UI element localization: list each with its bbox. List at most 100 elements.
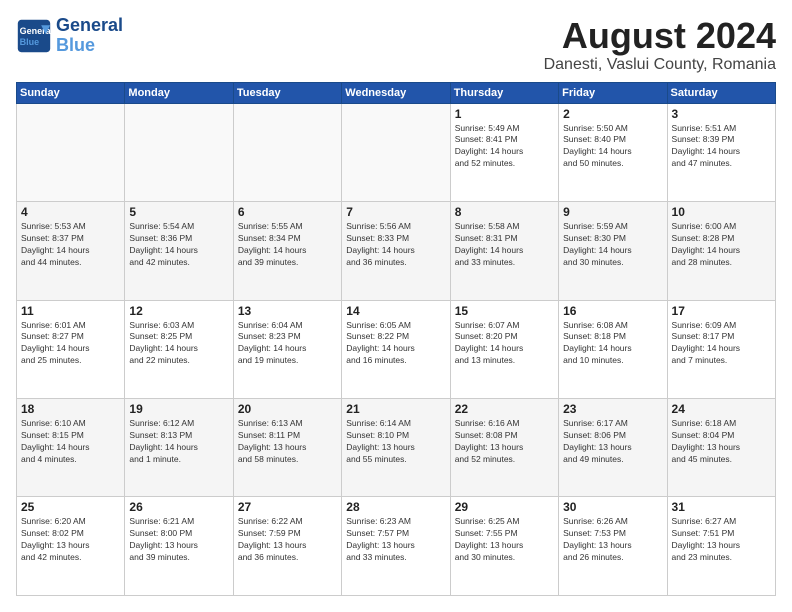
cell-4-2: 27Sunrise: 6:22 AM Sunset: 7:59 PM Dayli…: [233, 497, 341, 596]
day-info-17: Sunrise: 6:09 AM Sunset: 8:17 PM Dayligh…: [672, 320, 771, 368]
day-num-6: 6: [238, 205, 337, 219]
day-num-3: 3: [672, 107, 771, 121]
day-num-1: 1: [455, 107, 554, 121]
day-info-9: Sunrise: 5:59 AM Sunset: 8:30 PM Dayligh…: [563, 221, 662, 269]
day-info-4: Sunrise: 5:53 AM Sunset: 8:37 PM Dayligh…: [21, 221, 120, 269]
th-wednesday: Wednesday: [342, 82, 450, 103]
cell-1-5: 9 Sunrise: 5:59 AM Sunset: 8:30 PM Daylig…: [559, 202, 667, 300]
cell-0-2: [233, 103, 341, 201]
cell-4-1: 26Sunrise: 6:21 AM Sunset: 8:00 PM Dayli…: [125, 497, 233, 596]
cell-1-1: 5Sunrise: 5:54 AM Sunset: 8:36 PM Daylig…: [125, 202, 233, 300]
day-num-25: 25: [21, 500, 120, 514]
cell-0-1: [125, 103, 233, 201]
day-num-17: 17: [672, 304, 771, 318]
day-info-31: Sunrise: 6:27 AM Sunset: 7:51 PM Dayligh…: [672, 516, 771, 564]
day-num-22: 22: [455, 402, 554, 416]
day-num-14: 14: [346, 304, 445, 318]
cell-2-1: 12Sunrise: 6:03 AM Sunset: 8:25 PM Dayli…: [125, 300, 233, 398]
week-row-4: 25Sunrise: 6:20 AM Sunset: 8:02 PM Dayli…: [17, 497, 776, 596]
day-info-1: Sunrise: 5:49 AM Sunset: 8:41 PM Dayligh…: [455, 123, 554, 171]
cell-0-0: [17, 103, 125, 201]
day-num-19: 19: [129, 402, 228, 416]
day-info-28: Sunrise: 6:23 AM Sunset: 7:57 PM Dayligh…: [346, 516, 445, 564]
cell-4-3: 28Sunrise: 6:23 AM Sunset: 7:57 PM Dayli…: [342, 497, 450, 596]
day-info-11: Sunrise: 6:01 AM Sunset: 8:27 PM Dayligh…: [21, 320, 120, 368]
day-num-24: 24: [672, 402, 771, 416]
logo: General Blue General Blue: [16, 16, 123, 56]
cell-2-3: 14 Sunrise: 6:05 AM Sunset: 8:22 PM Dayli…: [342, 300, 450, 398]
location-subtitle: Danesti, Vaslui County, Romania: [544, 56, 776, 74]
day-info-21: Sunrise: 6:14 AM Sunset: 8:10 PM Dayligh…: [346, 418, 445, 466]
month-title: August 2024: [544, 16, 776, 56]
day-num-13: 13: [238, 304, 337, 318]
logo-text-general: General: [56, 16, 123, 36]
cell-3-0: 18 Sunrise: 6:10 AM Sunset: 8:15 PM Dayli…: [17, 399, 125, 497]
day-num-29: 29: [455, 500, 554, 514]
logo-icon: General Blue: [16, 18, 52, 54]
day-info-10: Sunrise: 6:00 AM Sunset: 8:28 PM Dayligh…: [672, 221, 771, 269]
cell-4-5: 30 Sunrise: 6:26 AM Sunset: 7:53 PM Dayli…: [559, 497, 667, 596]
calendar-header-row: Sunday Monday Tuesday Wednesday Thursday…: [17, 82, 776, 103]
day-num-9: 9: [563, 205, 662, 219]
day-info-14: Sunrise: 6:05 AM Sunset: 8:22 PM Dayligh…: [346, 320, 445, 368]
cell-4-4: 29 Sunrise: 6:25 AM Sunset: 7:55 PM Dayli…: [450, 497, 558, 596]
day-num-4: 4: [21, 205, 120, 219]
day-num-8: 8: [455, 205, 554, 219]
week-row-2: 11 Sunrise: 6:01 AM Sunset: 8:27 PM Dayli…: [17, 300, 776, 398]
day-num-21: 21: [346, 402, 445, 416]
cell-0-3: [342, 103, 450, 201]
cell-0-5: 2Sunrise: 5:50 AM Sunset: 8:40 PM Daylig…: [559, 103, 667, 201]
week-row-1: 4 Sunrise: 5:53 AM Sunset: 8:37 PM Daylig…: [17, 202, 776, 300]
day-info-13: Sunrise: 6:04 AM Sunset: 8:23 PM Dayligh…: [238, 320, 337, 368]
day-num-7: 7: [346, 205, 445, 219]
title-block: August 2024 Danesti, Vaslui County, Roma…: [544, 16, 776, 74]
cell-3-4: 22Sunrise: 6:16 AM Sunset: 8:08 PM Dayli…: [450, 399, 558, 497]
day-num-11: 11: [21, 304, 120, 318]
calendar-table: Sunday Monday Tuesday Wednesday Thursday…: [16, 82, 776, 596]
day-info-3: Sunrise: 5:51 AM Sunset: 8:39 PM Dayligh…: [672, 123, 771, 171]
cell-0-4: 1 Sunrise: 5:49 AM Sunset: 8:41 PM Daylig…: [450, 103, 558, 201]
day-info-6: Sunrise: 5:55 AM Sunset: 8:34 PM Dayligh…: [238, 221, 337, 269]
th-saturday: Saturday: [667, 82, 775, 103]
cell-2-0: 11 Sunrise: 6:01 AM Sunset: 8:27 PM Dayli…: [17, 300, 125, 398]
cell-2-4: 15 Sunrise: 6:07 AM Sunset: 8:20 PM Dayli…: [450, 300, 558, 398]
th-tuesday: Tuesday: [233, 82, 341, 103]
cell-0-6: 3 Sunrise: 5:51 AM Sunset: 8:39 PM Daylig…: [667, 103, 775, 201]
day-info-20: Sunrise: 6:13 AM Sunset: 8:11 PM Dayligh…: [238, 418, 337, 466]
day-info-8: Sunrise: 5:58 AM Sunset: 8:31 PM Dayligh…: [455, 221, 554, 269]
cell-3-6: 24Sunrise: 6:18 AM Sunset: 8:04 PM Dayli…: [667, 399, 775, 497]
day-info-30: Sunrise: 6:26 AM Sunset: 7:53 PM Dayligh…: [563, 516, 662, 564]
day-num-15: 15: [455, 304, 554, 318]
day-num-2: 2: [563, 107, 662, 121]
day-num-30: 30: [563, 500, 662, 514]
th-thursday: Thursday: [450, 82, 558, 103]
cell-2-6: 17 Sunrise: 6:09 AM Sunset: 8:17 PM Dayli…: [667, 300, 775, 398]
day-num-18: 18: [21, 402, 120, 416]
day-num-10: 10: [672, 205, 771, 219]
week-row-0: 1 Sunrise: 5:49 AM Sunset: 8:41 PM Daylig…: [17, 103, 776, 201]
cell-4-6: 31Sunrise: 6:27 AM Sunset: 7:51 PM Dayli…: [667, 497, 775, 596]
th-friday: Friday: [559, 82, 667, 103]
day-info-18: Sunrise: 6:10 AM Sunset: 8:15 PM Dayligh…: [21, 418, 120, 466]
cell-1-3: 7Sunrise: 5:56 AM Sunset: 8:33 PM Daylig…: [342, 202, 450, 300]
cell-3-1: 19Sunrise: 6:12 AM Sunset: 8:13 PM Dayli…: [125, 399, 233, 497]
cell-3-2: 20Sunrise: 6:13 AM Sunset: 8:11 PM Dayli…: [233, 399, 341, 497]
cell-3-3: 21 Sunrise: 6:14 AM Sunset: 8:10 PM Dayli…: [342, 399, 450, 497]
cell-1-4: 8 Sunrise: 5:58 AM Sunset: 8:31 PM Daylig…: [450, 202, 558, 300]
day-info-29: Sunrise: 6:25 AM Sunset: 7:55 PM Dayligh…: [455, 516, 554, 564]
day-info-16: Sunrise: 6:08 AM Sunset: 8:18 PM Dayligh…: [563, 320, 662, 368]
cell-2-5: 16Sunrise: 6:08 AM Sunset: 8:18 PM Dayli…: [559, 300, 667, 398]
cell-1-6: 10 Sunrise: 6:00 AM Sunset: 8:28 PM Dayli…: [667, 202, 775, 300]
day-info-23: Sunrise: 6:17 AM Sunset: 8:06 PM Dayligh…: [563, 418, 662, 466]
header: General Blue General Blue August 2024 Da…: [16, 16, 776, 74]
day-info-5: Sunrise: 5:54 AM Sunset: 8:36 PM Dayligh…: [129, 221, 228, 269]
week-row-3: 18 Sunrise: 6:10 AM Sunset: 8:15 PM Dayli…: [17, 399, 776, 497]
day-num-27: 27: [238, 500, 337, 514]
cell-2-2: 13 Sunrise: 6:04 AM Sunset: 8:23 PM Dayli…: [233, 300, 341, 398]
day-num-26: 26: [129, 500, 228, 514]
th-sunday: Sunday: [17, 82, 125, 103]
logo-text-blue: Blue: [56, 36, 123, 56]
page: General Blue General Blue August 2024 Da…: [0, 0, 792, 612]
day-info-15: Sunrise: 6:07 AM Sunset: 8:20 PM Dayligh…: [455, 320, 554, 368]
cell-1-0: 4 Sunrise: 5:53 AM Sunset: 8:37 PM Daylig…: [17, 202, 125, 300]
